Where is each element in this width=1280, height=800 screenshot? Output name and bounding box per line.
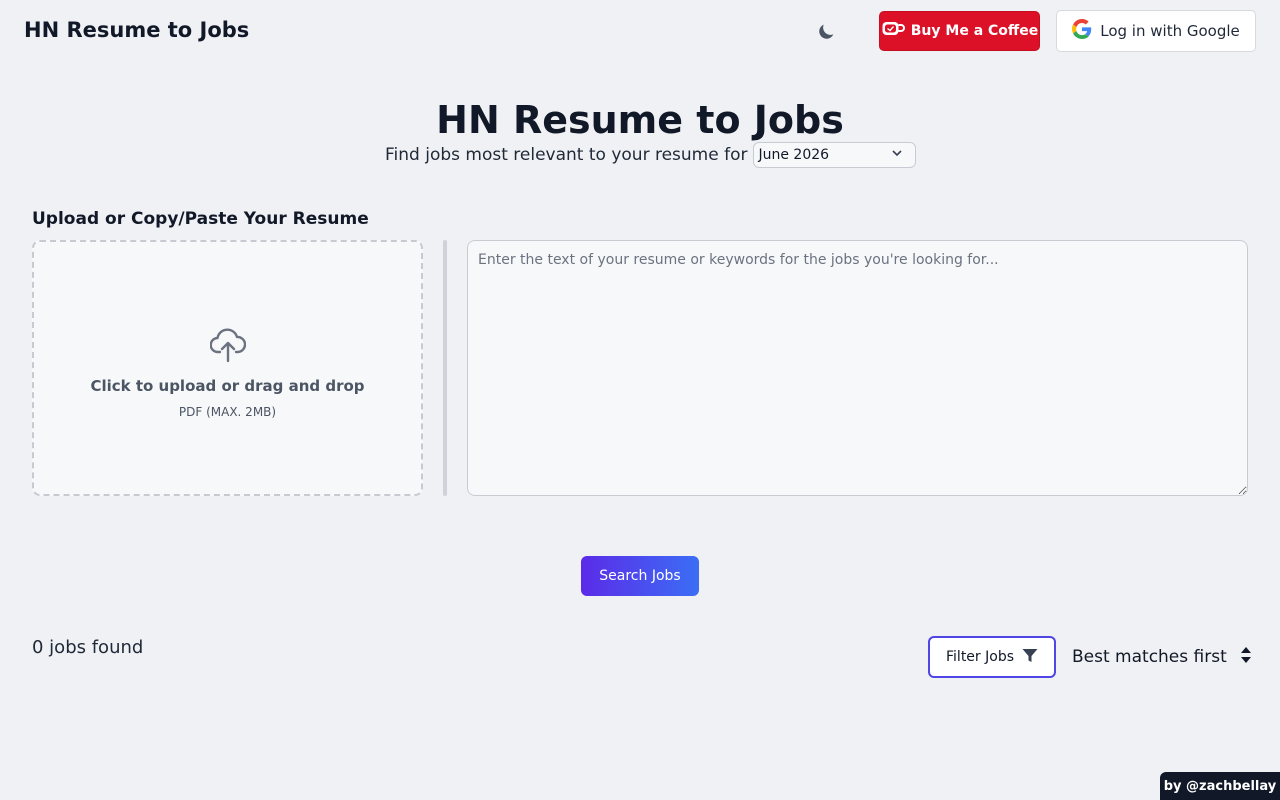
cloud-upload-icon: [209, 325, 246, 365]
sort-arrows-icon: [1240, 646, 1252, 669]
page-title: HN Resume to Jobs: [436, 98, 844, 142]
author-credit-link[interactable]: by @zachbellay: [1160, 772, 1280, 800]
filter-jobs-button[interactable]: Filter Jobs: [928, 636, 1056, 678]
hero-subtitle-row: Find jobs most relevant to your resume f…: [385, 141, 917, 168]
month-select-value: June 2026: [758, 146, 830, 163]
sort-select[interactable]: Best matches first: [1072, 642, 1252, 672]
moon-icon[interactable]: [815, 21, 837, 43]
upload-section-label: Upload or Copy/Paste Your Resume: [32, 209, 369, 229]
hero-subtitle: Find jobs most relevant to your resume f…: [385, 144, 748, 165]
section-divider: [443, 240, 447, 496]
google-login-button[interactable]: Log in with Google: [1056, 10, 1256, 52]
jobs-count: 0 jobs found: [32, 637, 144, 658]
sort-select-value: Best matches first: [1072, 647, 1227, 667]
filter-jobs-label: Filter Jobs: [946, 649, 1014, 665]
page: HN Resume to Jobs Buy Me a Coffee Log in…: [0, 0, 1280, 800]
month-select[interactable]: June 2026: [753, 141, 917, 168]
chevron-down-icon: [891, 147, 903, 163]
buy-me-a-coffee-label: Buy Me a Coffee: [910, 23, 1039, 39]
search-jobs-button[interactable]: Search Jobs: [581, 556, 699, 596]
dropzone-instruction: Click to upload or drag and drop: [90, 377, 365, 395]
coffee-cup-icon: [881, 20, 905, 42]
funnel-icon: [1022, 648, 1038, 667]
google-g-icon: [1072, 19, 1092, 43]
dropzone-file-limit: PDF (MAX. 2MB): [178, 405, 277, 419]
google-login-label: Log in with Google: [1100, 22, 1240, 40]
resume-textarea[interactable]: [467, 240, 1248, 496]
buy-me-a-coffee-button[interactable]: Buy Me a Coffee: [879, 11, 1040, 51]
resume-dropzone[interactable]: Click to upload or drag and drop PDF (MA…: [32, 240, 423, 496]
brand-title[interactable]: HN Resume to Jobs: [24, 18, 249, 42]
